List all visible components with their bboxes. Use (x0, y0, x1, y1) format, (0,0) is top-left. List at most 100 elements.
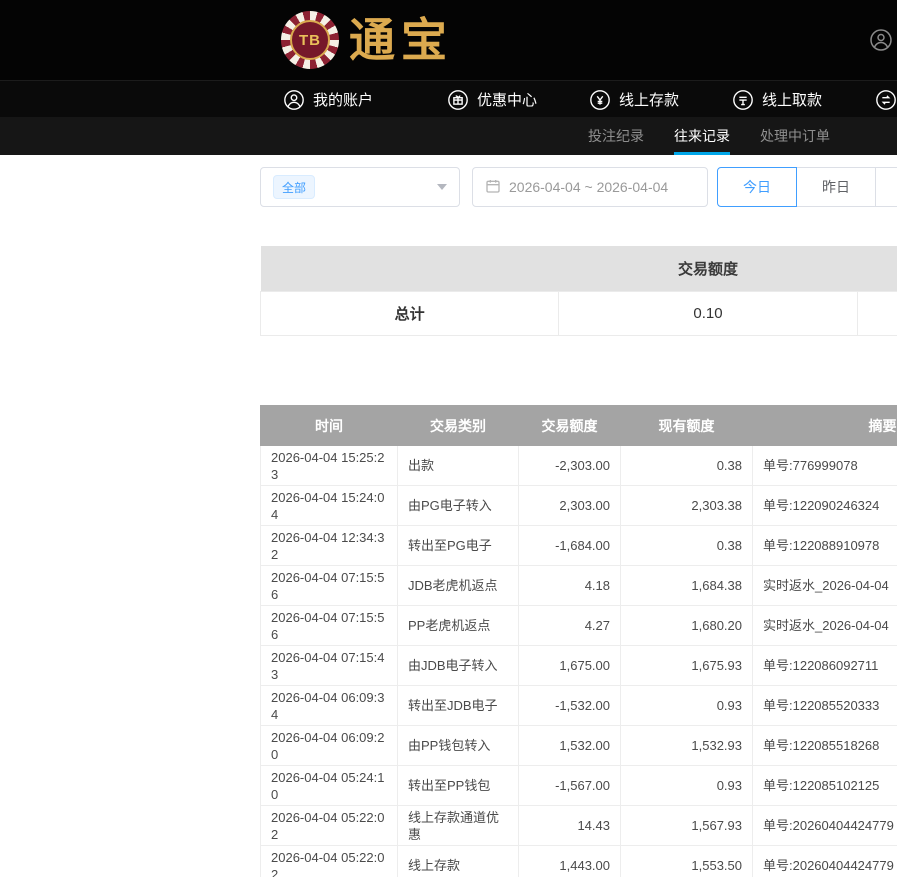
cell-amount: -1,532.00 (519, 686, 621, 726)
summary-header-row: 交易额度 (261, 246, 897, 291)
cell-amount: 1,532.00 (519, 726, 621, 766)
cell-time: 2026-04-04 05:22:02 (261, 846, 398, 877)
record-tabs: 投注纪录 往来记录 处理中订单 (588, 117, 830, 155)
cell-balance: 1,567.93 (621, 806, 753, 846)
cell-time: 2026-04-04 06:09:20 (261, 726, 398, 766)
tab-label: 处理中订单 (760, 126, 830, 146)
cell-summary: 单号:20260404424779 (753, 806, 897, 846)
cell-amount: 14.43 (519, 806, 621, 846)
cell-balance: 1,553.50 (621, 846, 753, 877)
tab-processing-orders[interactable]: 处理中订单 (760, 117, 830, 155)
quick-date-buttons: 今日 昨日 近7日 (717, 167, 897, 207)
cell-balance: 1,684.38 (621, 566, 753, 606)
poker-chip-icon: TB (281, 11, 339, 69)
cell-summary: 实时返水_2026-04-04 (753, 566, 897, 606)
cell-amount: -1,684.00 (519, 526, 621, 566)
table-row: 2026-04-04 15:24:04 由PG电子转入 2,303.00 2,3… (261, 486, 897, 526)
cell-time: 2026-04-04 07:15:56 (261, 606, 398, 646)
nav-item-label: 线上取款 (762, 89, 822, 110)
table-row: 2026-04-04 05:24:10 转出至PP钱包 -1,567.00 0.… (261, 766, 897, 806)
page: TB 通宝 我的账户 (0, 0, 897, 877)
user-avatar-icon[interactable] (869, 28, 893, 52)
deposit-icon (589, 89, 611, 111)
cell-balance: 0.93 (621, 686, 753, 726)
cell-type: 转出至PP钱包 (398, 766, 519, 806)
tab-label: 投注纪录 (588, 126, 644, 146)
records-table-body: 2026-04-04 15:25:23 出款 -2,303.00 0.38 单号… (261, 446, 897, 877)
cell-time: 2026-04-04 07:15:56 (261, 566, 398, 606)
cell-time: 2026-04-04 15:24:04 (261, 486, 398, 526)
cell-type: 由JDB电子转入 (398, 646, 519, 686)
nav-item-my-account[interactable]: 我的账户 (283, 81, 373, 118)
brand-logo[interactable]: TB 通宝 (281, 10, 453, 70)
table-row: 2026-04-04 06:09:20 由PP钱包转入 1,532.00 1,5… (261, 726, 897, 766)
brand-badge: TB (290, 20, 330, 60)
cell-summary: 单号:776999078 (753, 446, 897, 486)
nav-item-withdraw[interactable]: 线上取款 (732, 81, 822, 118)
cell-balance: 1,532.93 (621, 726, 753, 766)
nav-item-promotions[interactable]: 优惠中心 (447, 81, 537, 118)
cell-type: 线上存款 (398, 846, 519, 877)
cell-summary: 单号:122085520333 (753, 686, 897, 726)
date-range-input[interactable]: 2026-04-04 ~ 2026-04-04 (472, 167, 708, 207)
top-header: TB 通宝 (0, 0, 897, 80)
transfer-icon (875, 89, 897, 111)
cell-balance: 2,303.38 (621, 486, 753, 526)
nav-item-transfer[interactable] (875, 81, 897, 118)
cell-balance: 0.38 (621, 526, 753, 566)
cell-time: 2026-04-04 07:15:43 (261, 646, 398, 686)
user-icon (283, 89, 305, 111)
summary-total-label: 总计 (261, 291, 559, 335)
cell-time: 2026-04-04 12:34:32 (261, 526, 398, 566)
yesterday-button[interactable]: 昨日 (796, 167, 876, 207)
col-balance: 现有额度 (621, 406, 753, 446)
nav-item-label: 我的账户 (313, 89, 373, 110)
today-button[interactable]: 今日 (717, 167, 797, 207)
table-row: 2026-04-04 07:15:56 JDB老虎机返点 4.18 1,684.… (261, 566, 897, 606)
cell-type: 转出至PG电子 (398, 526, 519, 566)
record-sub-nav: 投注纪录 往来记录 处理中订单 (0, 117, 897, 155)
table-row: 2026-04-04 15:25:23 出款 -2,303.00 0.38 单号… (261, 446, 897, 486)
cell-amount: 1,675.00 (519, 646, 621, 686)
records-table: 时间 交易类别 交易额度 现有额度 摘要 2026-04-04 15:25:23… (260, 405, 897, 877)
brand-name: 通宝 (349, 10, 453, 70)
cell-type: 线上存款通道优惠 (398, 806, 519, 846)
records-header-row: 时间 交易类别 交易额度 现有额度 摘要 (261, 406, 897, 446)
col-type: 交易类别 (398, 406, 519, 446)
last-7-days-button[interactable]: 近7日 (875, 167, 897, 207)
summary-total-row: 总计 0.10 (261, 291, 897, 335)
cell-type: JDB老虎机返点 (398, 566, 519, 606)
summary-header-empty (261, 246, 559, 291)
chevron-down-icon (437, 184, 447, 190)
cell-type: PP老虎机返点 (398, 606, 519, 646)
main-nav: 我的账户 优惠中心 线上存款 (0, 80, 897, 117)
cell-summary: 单号:20260404424779 (753, 846, 897, 877)
tab-transaction-records[interactable]: 往来记录 (674, 117, 730, 155)
tab-label: 往来记录 (674, 126, 730, 146)
summary-total-extra (857, 291, 897, 335)
table-row: 2026-04-04 05:22:02 线上存款 1,443.00 1,553.… (261, 846, 897, 877)
tab-betting-records[interactable]: 投注纪录 (588, 117, 644, 155)
type-filter-select[interactable]: 全部 (260, 167, 460, 207)
summary-total-value: 0.10 (559, 291, 857, 335)
nav-item-deposit[interactable]: 线上存款 (589, 81, 679, 118)
selected-type-tag[interactable]: 全部 (273, 175, 315, 199)
cell-time: 2026-04-04 06:09:34 (261, 686, 398, 726)
table-row: 2026-04-04 07:15:56 PP老虎机返点 4.27 1,680.2… (261, 606, 897, 646)
cell-summary: 单号:122088910978 (753, 526, 897, 566)
cell-time: 2026-04-04 05:22:02 (261, 806, 398, 846)
cell-summary: 单号:122085518268 (753, 726, 897, 766)
cell-time: 2026-04-04 05:24:10 (261, 766, 398, 806)
withdraw-icon (732, 89, 754, 111)
cell-summary: 单号:122086092711 (753, 646, 897, 686)
table-row: 2026-04-04 12:34:32 转出至PG电子 -1,684.00 0.… (261, 526, 897, 566)
summary-table: 交易额度 总计 0.10 (260, 246, 897, 336)
table-row: 2026-04-04 05:22:02 线上存款通道优惠 14.43 1,567… (261, 806, 897, 846)
summary-header-amount: 交易额度 (559, 246, 857, 291)
cell-type: 出款 (398, 446, 519, 486)
cell-balance: 0.93 (621, 766, 753, 806)
cell-type: 转出至JDB电子 (398, 686, 519, 726)
nav-item-label: 线上存款 (619, 89, 679, 110)
nav-item-label: 优惠中心 (477, 89, 537, 110)
col-time: 时间 (261, 406, 398, 446)
